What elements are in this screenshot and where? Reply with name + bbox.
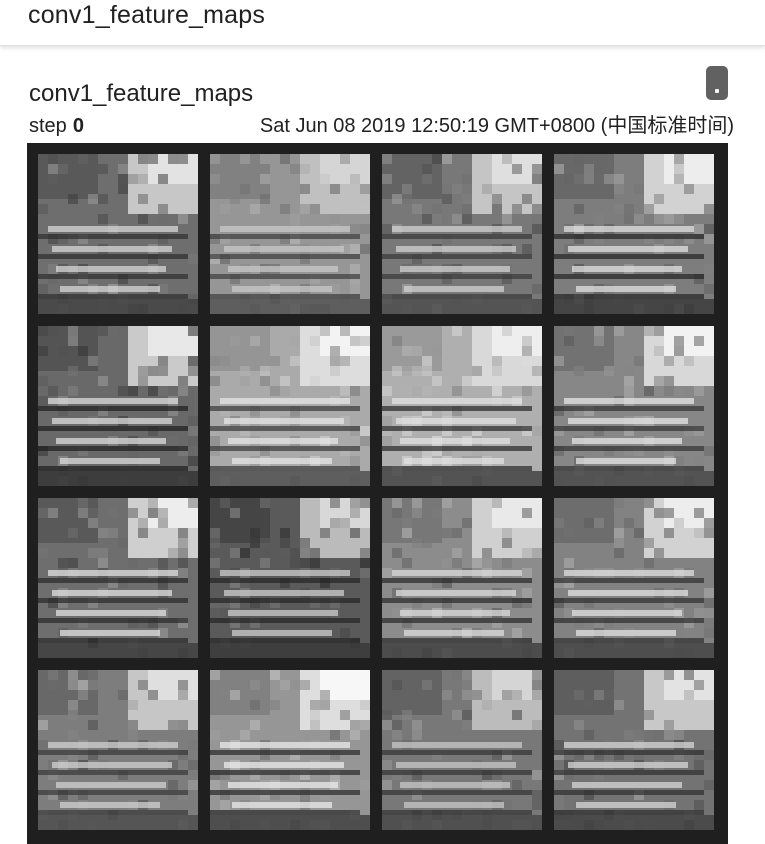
feature-map-tile [382,154,542,314]
timestamp: Sat Jun 08 2019 12:50:19 GMT+0800 (中国标准时… [259,115,734,137]
feature-map-tile [38,154,198,314]
feature-map-tile [38,326,198,486]
step-label: step [29,115,67,137]
feature-map-tile [554,498,714,658]
step-value: 0 [72,115,84,137]
feature-map-tile [554,326,714,486]
feature-map-tile [554,670,714,830]
feature-map-tile [382,326,542,486]
feature-map-tile [210,326,370,486]
feature-map-tile [38,670,198,830]
feature-map-tile [554,154,714,314]
step-row: step 0 Sat Jun 08 2019 12:50:19 GMT+0800 … [29,113,734,139]
feature-map-tile [382,670,542,830]
feature-map-tile [210,670,370,830]
card-title: conv1_feature_maps [29,80,254,107]
feature-map-tile [210,154,370,314]
section-title: conv1_feature_maps [28,1,266,29]
feature-map-tile [210,498,370,658]
image-card: conv1_feature_maps step 0 Sat Jun 08 2019… [0,58,765,844]
section-header[interactable]: conv1_feature_maps [0,0,765,46]
feature-map-image [27,143,728,844]
feature-map-tile [382,498,542,658]
feature-map-tile [38,498,198,658]
more-vert-icon[interactable] [706,66,728,100]
